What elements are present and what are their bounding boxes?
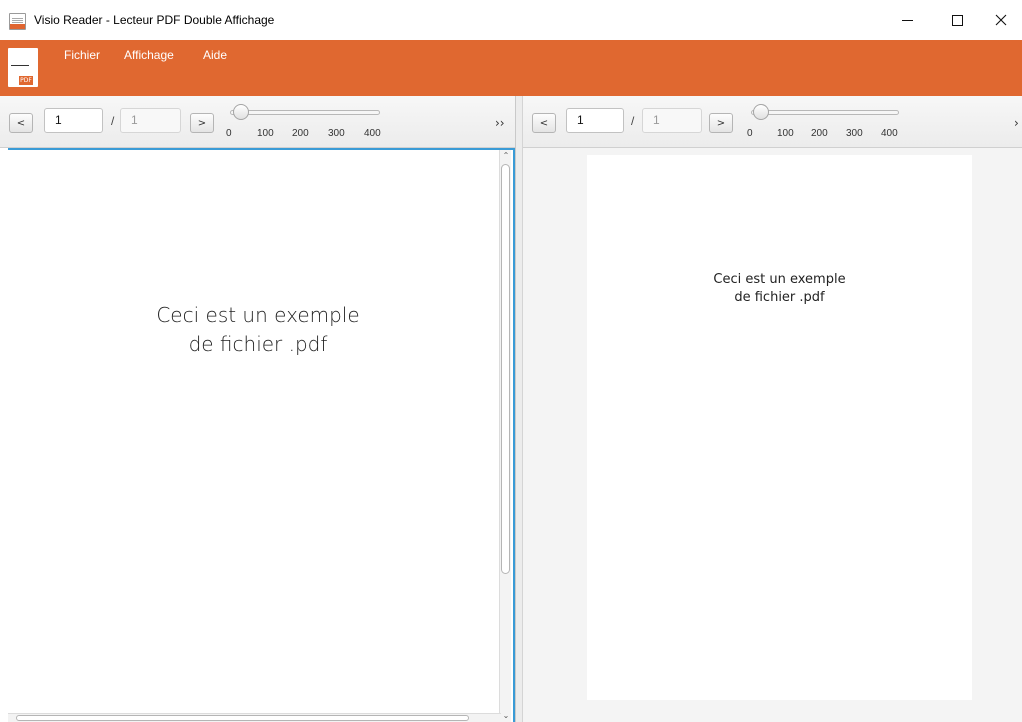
maximize-icon [951, 14, 963, 26]
right-document-page[interactable]: Ceci est un exemple de fichier .pdf [587, 155, 972, 700]
left-zoom-tick: 0 [226, 128, 232, 139]
right-page-separator: / [631, 114, 635, 128]
title-bar: Visio Reader - Lecteur PDF Double Affich… [0, 0, 1022, 40]
left-vertical-scroll-thumb[interactable] [501, 164, 510, 574]
pdf-logo: PDF [8, 48, 38, 87]
right-document-text-line: Ceci est un exemple [713, 272, 846, 287]
right-toolbar: < 1 / 1 > 0 100 200 300 400 › [523, 96, 1022, 148]
left-toolbar: < 1 / 1 > 0 100 200 300 400 ›› [0, 96, 515, 148]
menu-aide[interactable]: Aide [203, 48, 227, 62]
left-zoom-tick: 400 [364, 128, 381, 139]
right-zoom-tick: 300 [846, 128, 863, 139]
left-zoom-slider[interactable] [230, 110, 380, 115]
right-zoom-slider-thumb[interactable] [753, 104, 769, 120]
left-document-text-line: de fichier .pdf [188, 332, 328, 356]
close-icon [995, 14, 1007, 26]
right-zoom-tick: 200 [811, 128, 828, 139]
close-button[interactable] [978, 0, 1022, 40]
left-horizontal-scrollbar[interactable] [8, 713, 501, 722]
scroll-down-icon[interactable]: ⌄ [500, 710, 512, 722]
right-next-page-button[interactable]: > [709, 113, 733, 133]
left-viewer-panel: < 1 / 1 > 0 100 200 300 400 ›› Ceci est … [0, 96, 515, 722]
right-page-input[interactable]: 1 [566, 108, 624, 133]
pdf-app-icon [9, 13, 26, 30]
right-document-text-line: de fichier .pdf [734, 290, 825, 305]
left-next-page-button[interactable]: > [190, 113, 214, 133]
left-page-input[interactable]: 1 [44, 108, 103, 133]
right-zoom-slider[interactable] [751, 110, 899, 115]
menu-bar: PDF Fichier Affichage Aide [0, 40, 1022, 96]
right-prev-page-button[interactable]: < [532, 113, 556, 133]
left-horizontal-scroll-thumb[interactable] [16, 715, 469, 721]
right-viewer-panel: < 1 / 1 > 0 100 200 300 400 › Ceci est u… [523, 96, 1022, 722]
menu-fichier[interactable]: Fichier [64, 48, 100, 62]
right-zoom-tick: 0 [747, 128, 753, 139]
left-page-separator: / [111, 114, 115, 128]
left-zoom-tick: 100 [257, 128, 274, 139]
left-zoom-tick: 300 [328, 128, 345, 139]
scroll-up-icon[interactable]: ⌃ [500, 150, 512, 162]
split-pane-divider[interactable] [515, 96, 523, 722]
left-vertical-scrollbar[interactable]: ⌃ ⌄ [499, 150, 511, 722]
left-document-text-line: Ceci est un exemple [156, 303, 360, 327]
left-zoom-tick: 200 [292, 128, 309, 139]
left-zoom-slider-thumb[interactable] [233, 104, 249, 120]
left-prev-page-button[interactable]: < [9, 113, 33, 133]
left-document-view[interactable]: Ceci est un exemple de fichier .pdf ⌃ ⌄ [8, 148, 515, 722]
right-zoom-tick: 100 [777, 128, 794, 139]
minimize-icon [901, 19, 913, 21]
maximize-button[interactable] [934, 0, 980, 40]
pdf-logo-tag: PDF [19, 76, 33, 85]
right-zoom-tick: 400 [881, 128, 898, 139]
left-toolbar-overflow-button[interactable]: ›› [495, 116, 505, 130]
right-total-pages: 1 [642, 108, 702, 133]
menu-affichage[interactable]: Affichage [124, 48, 174, 62]
minimize-button[interactable] [884, 0, 930, 40]
right-toolbar-overflow-button[interactable]: › [1014, 116, 1019, 130]
left-total-pages: 1 [120, 108, 181, 133]
window-title: Visio Reader - Lecteur PDF Double Affich… [34, 13, 275, 27]
